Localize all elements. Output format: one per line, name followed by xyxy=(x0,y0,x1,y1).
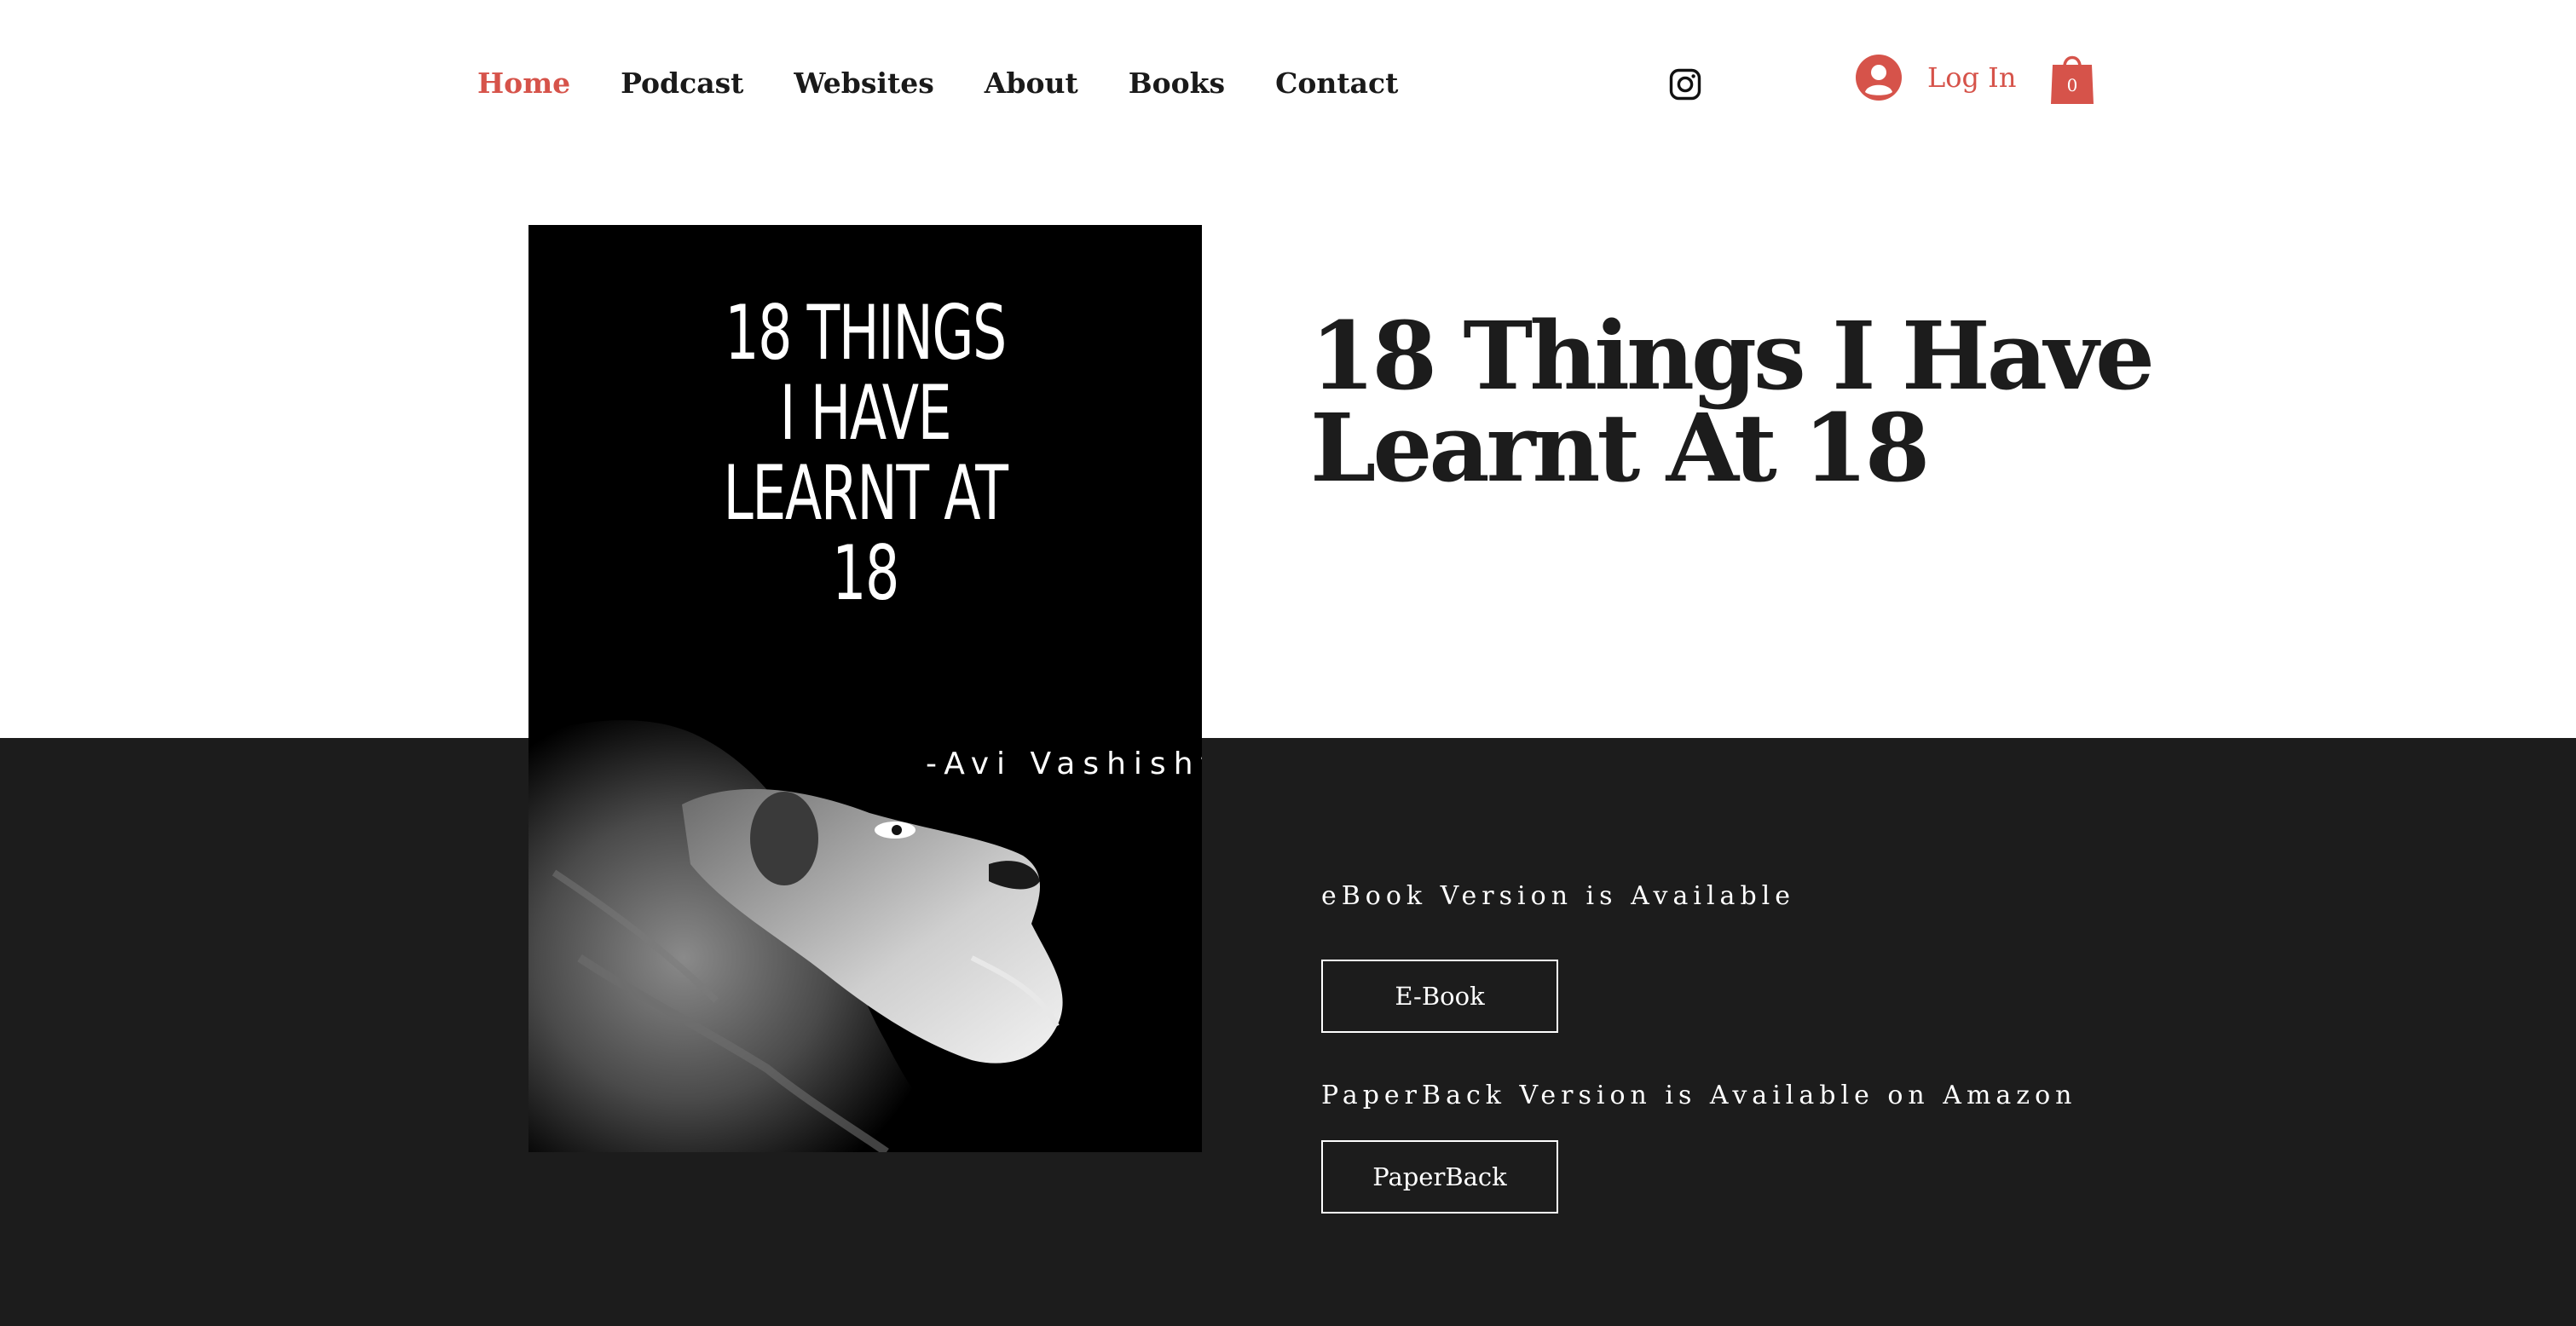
cover-title-line: LEARNT AT xyxy=(723,449,1008,537)
book-title-line: 18 Things I Have xyxy=(1310,301,2155,411)
nav-podcast[interactable]: Podcast xyxy=(621,63,743,104)
dark-band xyxy=(0,738,2576,1326)
book-title: 18 Things I Have Learnt At 18 xyxy=(1310,301,2155,503)
lion-image xyxy=(528,720,1063,1152)
ebook-button[interactable]: E-Book xyxy=(1321,960,1558,1033)
instagram-icon[interactable] xyxy=(1669,68,1701,101)
book-title-line: Learnt At 18 xyxy=(1310,393,1930,503)
book-cover: 18 THINGS I HAVE LEARNT AT 18 -Avi Vashi… xyxy=(528,225,1202,1152)
cart-button[interactable]: 0 xyxy=(2050,49,2094,106)
paperback-availability-text: PaperBack Version is Available on Amazon xyxy=(1321,1081,2077,1110)
nav-home[interactable]: Home xyxy=(477,63,570,104)
login-button[interactable]: Log In xyxy=(1856,55,2016,101)
nav-about[interactable]: About xyxy=(985,63,1078,104)
nav-books[interactable]: Books xyxy=(1129,63,1225,104)
login-label: Log In xyxy=(1927,61,2017,94)
nav-websites[interactable]: Websites xyxy=(794,63,933,104)
user-avatar-icon xyxy=(1856,55,1902,101)
shopping-bag-icon: 0 xyxy=(2051,55,2094,104)
cover-title-line: 18 xyxy=(832,529,899,617)
cover-title: 18 THINGS I HAVE LEARNT AT 18 xyxy=(623,293,1108,614)
cart-count: 0 xyxy=(2067,75,2078,95)
paperback-button[interactable]: PaperBack xyxy=(1321,1140,1558,1214)
cover-title-line: 18 THINGS xyxy=(725,289,1007,377)
ebook-availability-text: eBook Version is Available xyxy=(1321,881,1795,911)
nav-contact[interactable]: Contact xyxy=(1275,63,1398,104)
cover-title-line: I HAVE xyxy=(779,369,952,457)
main-nav: Home Podcast Websites About Books Contac… xyxy=(477,63,1448,104)
